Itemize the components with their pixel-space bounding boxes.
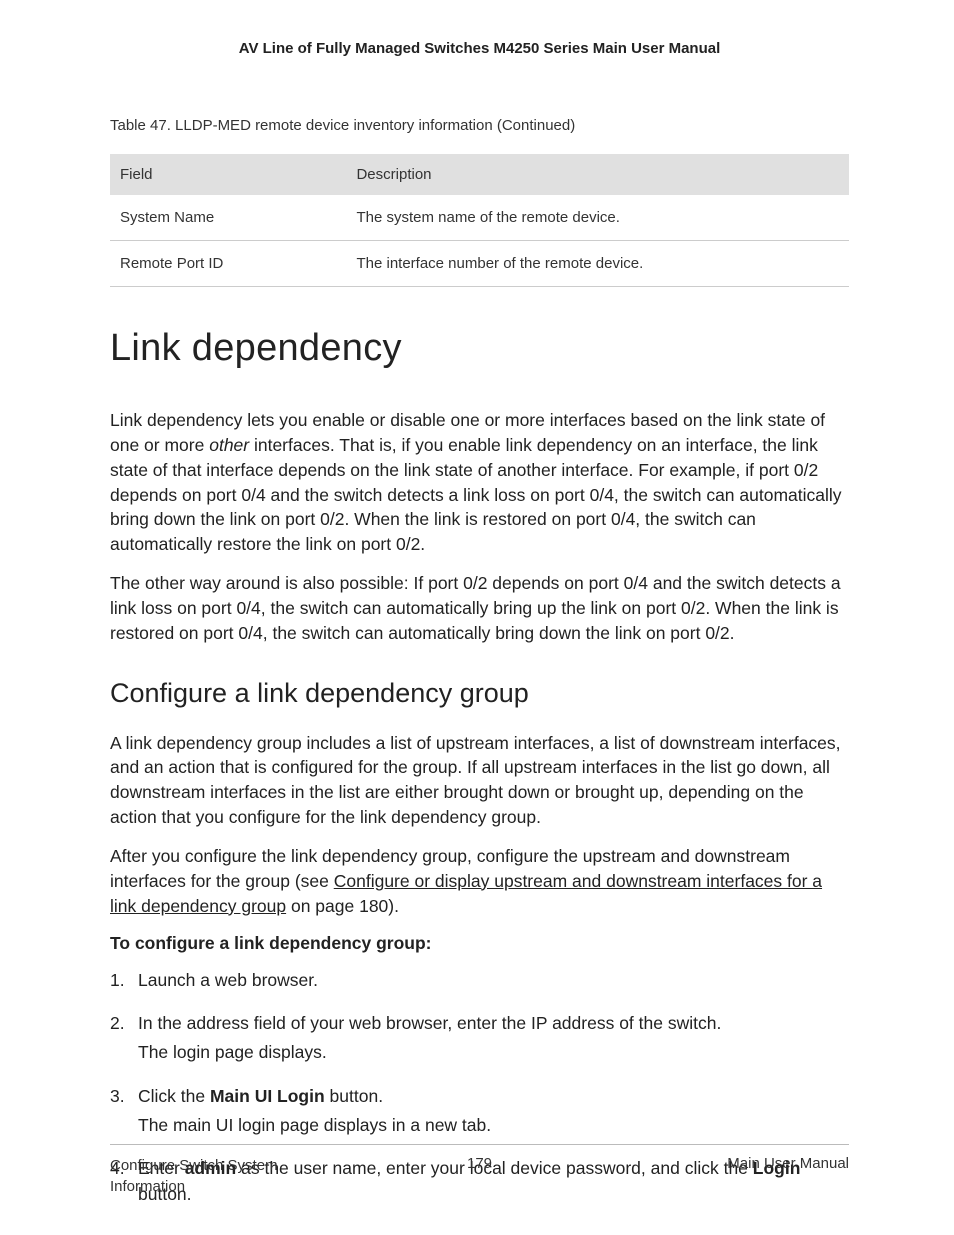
step-item: Launch a web browser. [138, 968, 849, 993]
table-header-description: Description [346, 154, 849, 195]
step-item: In the address field of your web browser… [138, 1011, 849, 1066]
page-footer: Configure Switch System Information 179 … [110, 1144, 849, 1197]
table-caption: Table 47. LLDP-MED remote device invento… [110, 117, 849, 134]
subsection-heading: Configure a link dependency group [110, 678, 849, 709]
step-subtext: The main UI login page displays in a new… [138, 1113, 849, 1138]
table-cell-field: System Name [110, 195, 346, 241]
table-cell-desc: The system name of the remote device. [346, 195, 849, 241]
step-item: Click the Main UI Login button. The main… [138, 1084, 849, 1139]
text-segment: on page 180). [286, 896, 399, 916]
section-heading: Link dependency [110, 327, 849, 370]
body-paragraph: A link dependency group includes a list … [110, 731, 849, 830]
table-cell-field: Remote Port ID [110, 241, 346, 287]
footer-section-name: Configure Switch System Information [110, 1155, 330, 1197]
step-text: In the address field of your web browser… [138, 1013, 721, 1033]
footer-manual-name: Main User Manual [727, 1155, 849, 1172]
inventory-table: Field Description System Name The system… [110, 154, 849, 287]
table-row: System Name The system name of the remot… [110, 195, 849, 241]
step-subtext: The login page displays. [138, 1040, 849, 1065]
step-text: button. [325, 1086, 383, 1106]
step-text: Launch a web browser. [138, 970, 318, 990]
document-header-title: AV Line of Fully Managed Switches M4250 … [110, 40, 849, 57]
procedure-heading: To configure a link dependency group: [110, 933, 849, 954]
table-header-row: Field Description [110, 154, 849, 195]
footer-page-number: 179 [467, 1155, 492, 1172]
body-paragraph: Link dependency lets you enable or disab… [110, 408, 849, 557]
table-cell-desc: The interface number of the remote devic… [346, 241, 849, 287]
body-paragraph: The other way around is also possible: I… [110, 571, 849, 646]
body-paragraph: After you configure the link dependency … [110, 844, 849, 919]
table-row: Remote Port ID The interface number of t… [110, 241, 849, 287]
italic-text: other [209, 435, 249, 455]
table-header-field: Field [110, 154, 346, 195]
bold-text: Main UI Login [210, 1086, 325, 1106]
step-text: Click the [138, 1086, 210, 1106]
